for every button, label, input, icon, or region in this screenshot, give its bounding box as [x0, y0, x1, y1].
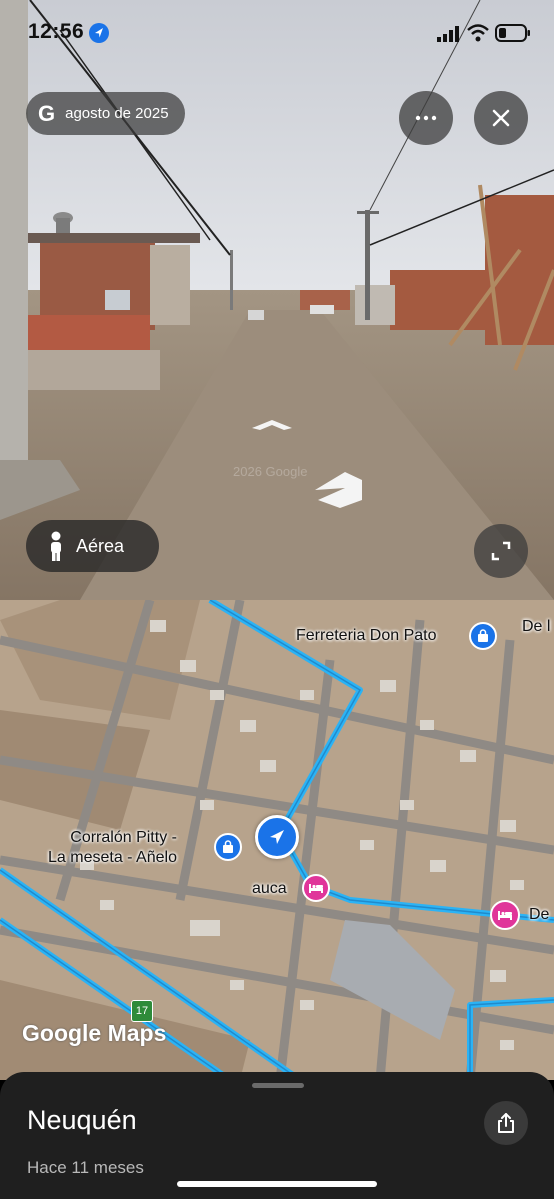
hotel-pin-icon[interactable] — [302, 874, 330, 902]
street-view-panel[interactable]: 2026 Google — [0, 0, 554, 600]
share-icon — [498, 1113, 514, 1133]
street-view-image[interactable] — [0, 0, 554, 600]
place-subtitle: Hace 11 meses — [27, 1158, 144, 1177]
route-shield: 17 — [131, 1000, 153, 1022]
aerial-view-label: Aérea — [76, 535, 125, 556]
more-options-button[interactable] — [399, 91, 453, 145]
signal-icon — [437, 26, 461, 47]
more-dots-icon — [415, 115, 437, 121]
poi-de-right-label[interactable]: De — [529, 906, 549, 924]
battery-icon — [495, 24, 531, 47]
poi-corralon-label[interactable]: Corralón Pitty - La meseta - Añelo — [48, 828, 177, 868]
expand-icon — [491, 541, 511, 561]
poi-de-top-label[interactable]: De l — [522, 618, 550, 636]
poi-auca-label[interactable]: auca — [252, 880, 287, 898]
wifi-icon — [467, 24, 489, 47]
location-arrow-icon — [89, 23, 109, 43]
shopping-pin-icon[interactable] — [469, 622, 497, 650]
sheet-drag-handle[interactable] — [252, 1083, 304, 1088]
expand-button[interactable] — [474, 524, 528, 578]
imagery-date-pill[interactable]: G agosto de 2025 — [26, 92, 185, 135]
watermark-text: 2026 Google — [233, 464, 308, 479]
viewpoint-marker-icon[interactable] — [255, 815, 299, 859]
shopping-pin-icon[interactable] — [214, 833, 242, 861]
place-title: Neuquén — [27, 1105, 137, 1135]
home-indicator — [177, 1181, 377, 1187]
poi-ferreteria-label[interactable]: Ferreteria Don Pato — [296, 627, 437, 645]
google-g-icon: G — [38, 100, 56, 126]
status-bar: 12:56 — [0, 0, 554, 64]
pegman-icon — [51, 531, 61, 561]
status-time: 12:56 — [28, 20, 85, 43]
aerial-view-button[interactable]: Aérea — [26, 520, 159, 572]
share-button[interactable] — [484, 1101, 528, 1145]
close-button[interactable] — [474, 91, 528, 145]
hotel-pin-icon[interactable] — [490, 900, 520, 930]
close-icon — [492, 109, 510, 127]
imagery-date-label: agosto de 2025 — [65, 105, 169, 122]
place-bottom-sheet[interactable]: Neuquén Hace 11 meses — [0, 1072, 554, 1199]
google-maps-logo: Google Maps — [22, 1020, 167, 1046]
satellite-map[interactable]: 17 Ferreteria Don Pato De l Corralón Pit… — [0, 600, 554, 1080]
